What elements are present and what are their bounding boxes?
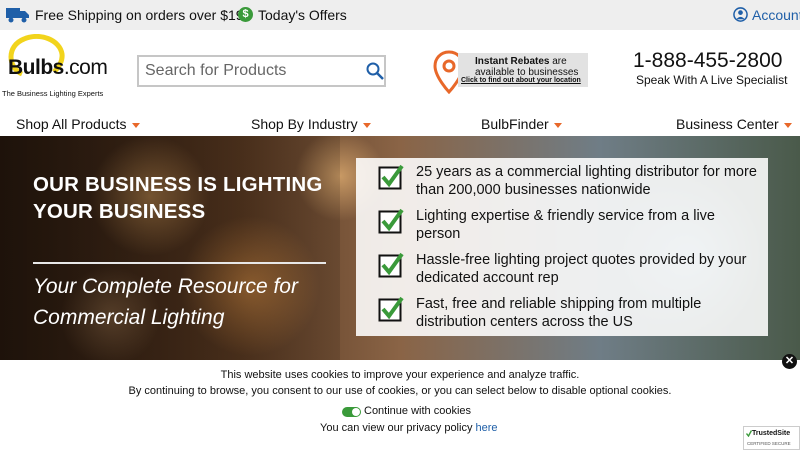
main-nav: Shop All Products Shop By Industry BulbF…: [0, 112, 800, 136]
cookie-banner: ✕ This website uses cookies to improve y…: [0, 354, 800, 450]
checkbox-check-icon: [378, 296, 404, 322]
phone-number[interactable]: 1-888-455-2800: [633, 49, 782, 73]
checkbox-check-icon: [378, 252, 404, 278]
chevron-down-icon: [131, 122, 140, 128]
benefit-item: Fast, free and reliable shipping from mu…: [356, 294, 768, 334]
close-icon[interactable]: ✕: [782, 354, 797, 369]
hero-banner: OUR BUSINESS IS LIGHTING YOUR BUSINESS Y…: [0, 136, 800, 360]
chevron-down-icon: [362, 122, 371, 128]
benefit-item: Lighting expertise & friendly service fr…: [356, 206, 768, 246]
trustedsite-title: TrustedSite: [752, 430, 791, 437]
search-icon[interactable]: [366, 62, 384, 80]
checkbox-check-icon: [378, 208, 404, 234]
benefit-text: Lighting expertise & friendly service fr…: [416, 208, 715, 242]
nav-business-center[interactable]: Business Center: [676, 116, 792, 132]
logo-tagline: The Business Lighting Experts: [2, 89, 104, 98]
continue-with-cookies-label[interactable]: Continue with cookies: [364, 405, 471, 417]
nav-bulbfinder[interactable]: BulbFinder: [481, 116, 562, 132]
nav-shop-all-products[interactable]: Shop All Products: [16, 116, 140, 132]
privacy-policy-link[interactable]: here: [476, 422, 498, 434]
truck-icon: [6, 8, 29, 23]
rebate-title: Instant Rebates are: [475, 56, 567, 67]
instant-rebates-box[interactable]: Instant Rebates are available to busines…: [458, 53, 588, 87]
bulbs-logo[interactable]: Bulbs.com The Business Lighting Experts: [2, 34, 114, 98]
search-input[interactable]: [145, 61, 361, 81]
dollar-circle-icon: $: [238, 7, 253, 22]
search-box: [137, 55, 386, 87]
chevron-down-icon: [553, 122, 562, 128]
free-shipping-text[interactable]: Free Shipping on orders over $199: [35, 7, 251, 23]
benefit-item: 25 years as a commercial lighting distri…: [356, 162, 768, 202]
todays-offers-link[interactable]: Today's Offers: [258, 7, 347, 23]
logo-brand: Bulbs.com: [8, 56, 108, 79]
checkbox-check-icon: [378, 164, 404, 190]
cookie-text-line1: This website uses cookies to improve you…: [220, 369, 580, 381]
cookie-text-line2: By continuing to browse, you consent to …: [128, 385, 672, 397]
benefits-panel: 25 years as a commercial lighting distri…: [356, 158, 768, 336]
benefit-item: Hassle-free lighting project quotes prov…: [356, 250, 768, 290]
benefit-text: Fast, free and reliable shipping from mu…: [416, 296, 702, 330]
top-bar: Free Shipping on orders over $199 $ Toda…: [0, 0, 800, 30]
cookie-toggle[interactable]: [342, 407, 361, 417]
trustedsite-subtitle: CERTIFIED SECURE: [747, 441, 791, 446]
benefit-text: 25 years as a commercial lighting distri…: [416, 164, 757, 198]
user-circle-icon[interactable]: [733, 7, 748, 22]
rebate-location-link[interactable]: Click to find out about your location: [461, 77, 581, 84]
account-link[interactable]: Account: [752, 7, 800, 23]
hero-divider: [33, 262, 326, 264]
privacy-policy-text: You can view our privacy policy here: [320, 422, 498, 434]
benefit-text: Hassle-free lighting project quotes prov…: [416, 252, 747, 286]
trustedsite-badge[interactable]: TrustedSite CERTIFIED SECURE: [743, 426, 800, 450]
chevron-down-icon: [783, 122, 792, 128]
nav-shop-by-industry[interactable]: Shop By Industry: [251, 116, 371, 132]
hero-headline: OUR BUSINESS IS LIGHTING YOUR BUSINESS: [33, 173, 323, 223]
toggle-knob: [352, 408, 360, 416]
hero-subline: Your Complete Resource for Commercial Li…: [33, 275, 298, 329]
phone-subtitle: Speak With A Live Specialist: [636, 73, 788, 87]
